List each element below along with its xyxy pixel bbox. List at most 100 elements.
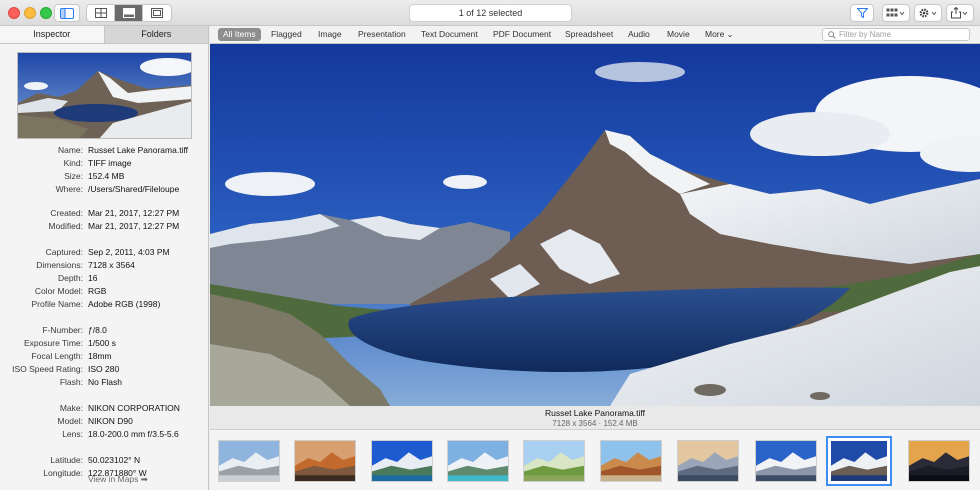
filter-label: More <box>705 29 725 39</box>
info-row: Depth: 16 <box>0 272 209 285</box>
filmstrip-thumbnail-selected[interactable] <box>826 436 892 486</box>
filter-flagged[interactable]: Flagged <box>266 28 307 41</box>
zoom-window-button[interactable] <box>40 7 52 19</box>
info-label: Focal Length: <box>31 351 83 361</box>
filmstrip-thumbnail[interactable] <box>218 440 280 482</box>
filmstrip-thumbnail[interactable] <box>523 440 585 482</box>
info-label: Longitude: <box>43 468 83 478</box>
info-value: TIFF image <box>88 158 132 168</box>
info-label: Captured: <box>45 247 83 257</box>
chevron-down-icon: ⌄ <box>724 30 734 39</box>
browser-view-icon <box>122 8 135 18</box>
info-value: Mar 21, 2017, 12:27 PM <box>88 208 180 218</box>
info-label: Make: <box>59 403 83 413</box>
filter-movie[interactable]: Movie <box>662 28 695 41</box>
info-row: Profile Name: Adobe RGB (1998) <box>0 298 209 311</box>
info-label: Depth: <box>57 273 83 283</box>
info-label: Model: <box>57 416 83 426</box>
arrange-icon <box>886 8 905 17</box>
main-image-preview[interactable] <box>210 44 980 406</box>
info-row: Latitude: 50.023102° N <box>0 454 209 467</box>
sidebar: Inspector Folders Name: Russet Lake Panor… <box>0 26 209 490</box>
info-row: Name: Russet Lake Panorama.tiff <box>0 144 209 157</box>
close-window-button[interactable] <box>8 7 20 19</box>
grid-view-icon <box>94 8 107 18</box>
info-label: Modified: <box>48 221 84 231</box>
filter-image[interactable]: Image <box>313 28 347 41</box>
filmstrip-thumbnail[interactable] <box>677 440 739 482</box>
sidebar-tabs: Inspector Folders <box>0 26 208 44</box>
info-label: Color Model: <box>34 286 83 296</box>
info-label: Name: <box>57 145 83 155</box>
search-field[interactable]: Filter by Name <box>822 28 970 41</box>
info-value: No Flash <box>88 377 123 387</box>
toolbar: 1 of 12 selected <box>0 0 980 26</box>
filter-spreadsheet[interactable]: Spreadsheet <box>560 28 618 41</box>
filter-button[interactable] <box>850 4 874 22</box>
filter-icon <box>856 8 868 18</box>
tab-inspector[interactable]: Inspector <box>0 26 105 43</box>
info-value: NIKON D90 <box>88 416 133 426</box>
share-icon <box>951 7 968 19</box>
tab-folders[interactable]: Folders <box>104 26 208 43</box>
filmstrip-thumbnail[interactable] <box>600 440 662 482</box>
info-label: Profile Name: <box>31 299 84 309</box>
info-value: RGB <box>88 286 107 296</box>
filter-all-items[interactable]: All Items <box>218 28 261 41</box>
info-value: 50.023102° N <box>88 455 141 465</box>
info-row: Lens: 18.0-200.0 mm f/3.5-5.6 <box>0 428 209 441</box>
info-row: Flash: No Flash <box>0 376 209 389</box>
action-menu-button[interactable] <box>914 4 942 22</box>
info-value: Mar 21, 2017, 12:27 PM <box>88 221 180 231</box>
info-row: Exposure Time: 1/500 s <box>0 337 209 350</box>
info-label: Kind: <box>63 158 83 168</box>
info-row: Size: 152.4 MB <box>0 170 209 183</box>
sidebar-toggle-button[interactable] <box>54 4 80 22</box>
arrange-button[interactable] <box>882 4 910 22</box>
filter-presentation[interactable]: Presentation <box>353 28 411 41</box>
info-value: 152.4 MB <box>88 171 125 181</box>
inspector-preview-image <box>17 52 192 139</box>
filter-label: PDF Document <box>493 29 552 39</box>
info-row: Modified: Mar 21, 2017, 12:27 PM <box>0 220 209 233</box>
filter-more[interactable]: More ⌄ <box>700 28 738 41</box>
info-row: Dimensions: 7128 x 3564 <box>0 259 209 272</box>
info-label: Dimensions: <box>36 260 83 270</box>
search-icon <box>828 31 836 39</box>
info-value: 16 <box>88 273 98 283</box>
fullscreen-view-button[interactable] <box>143 5 171 21</box>
browser-view-button[interactable] <box>115 5 143 21</box>
info-value: NIKON CORPORATION <box>88 403 180 413</box>
info-value: 18mm <box>88 351 112 361</box>
filmstrip-thumbnail[interactable] <box>371 440 433 482</box>
info-row: Focal Length: 18mm <box>0 350 209 363</box>
info-value: 18.0-200.0 mm f/3.5-5.6 <box>88 429 179 439</box>
filter-label: Presentation <box>358 29 406 39</box>
info-label: Size: <box>64 171 83 181</box>
minimize-window-button[interactable] <box>24 7 36 19</box>
info-label: ISO Speed Rating: <box>12 364 83 374</box>
filmstrip-thumbnail[interactable] <box>908 440 970 482</box>
filter-pdf-document[interactable]: PDF Document <box>488 28 556 41</box>
filter-label: Flagged <box>271 29 302 39</box>
filter-audio[interactable]: Audio <box>623 28 655 41</box>
info-label: Lens: <box>62 429 83 439</box>
image-title: Russet Lake Panorama.tiff <box>544 408 645 418</box>
filmstrip-thumbnail[interactable] <box>447 440 509 482</box>
info-value: 1/500 s <box>88 338 116 348</box>
filter-bar: Filter by Name All Items Flagged Image Pres… <box>210 26 980 44</box>
view-in-maps-link[interactable]: View in Maps ➡ <box>88 474 148 485</box>
info-row: Created: Mar 21, 2017, 12:27 PM <box>0 207 209 220</box>
info-row: Kind: TIFF image <box>0 157 209 170</box>
info-row: Captured: Sep 2, 2011, 4:03 PM <box>0 246 209 259</box>
filter-label: Spreadsheet <box>565 29 614 39</box>
filmstrip-thumbnail[interactable] <box>294 440 356 482</box>
search-placeholder: Filter by Name <box>839 30 892 39</box>
filmstrip-thumbnail[interactable] <box>755 440 817 482</box>
info-row: F-Number: ƒ/8.0 <box>0 324 209 337</box>
view-mode-segmented-control <box>86 4 172 22</box>
filter-text-document[interactable]: Text Document <box>416 28 483 41</box>
info-value: Adobe RGB (1998) <box>88 299 161 309</box>
share-button[interactable] <box>946 4 974 22</box>
grid-view-button[interactable] <box>87 5 115 21</box>
